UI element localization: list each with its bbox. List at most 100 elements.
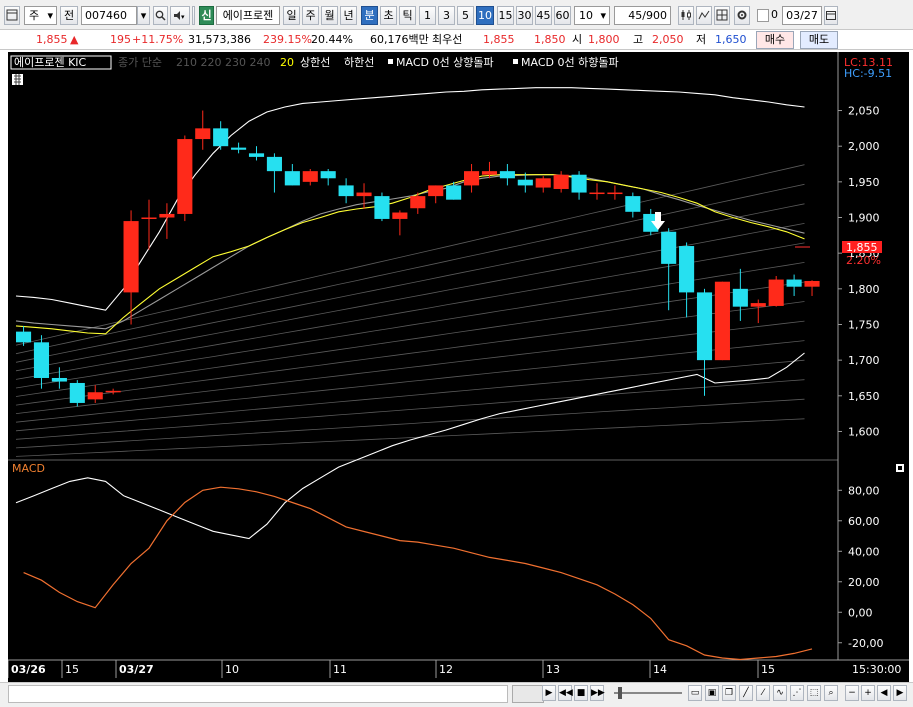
previous-icon[interactable]: ◀: [877, 685, 891, 701]
interval-button-60[interactable]: 60: [554, 6, 571, 25]
moving-average-line: [15, 359, 805, 432]
horizontal-scrollbar[interactable]: [8, 685, 508, 703]
count-value: 45: [628, 9, 643, 22]
interval-button-30[interactable]: 30: [516, 6, 533, 25]
grid-icon[interactable]: [714, 6, 730, 25]
zoom-in-icon[interactable]: ▣: [705, 685, 719, 701]
play-icon[interactable]: ▶: [542, 685, 556, 701]
zoom-slider[interactable]: [614, 692, 682, 694]
period-tick-button[interactable]: 틱: [399, 6, 416, 25]
candle: [428, 185, 444, 204]
y-tick-label: 1,650: [848, 390, 880, 403]
trade-amount: 60,176백만: [370, 33, 429, 46]
search-icon[interactable]: ⌕: [824, 685, 838, 701]
chart-svg: 에이프로젠 KIC 종가 단순 210 220 230 240 20 상한선 하…: [7, 52, 909, 678]
candle: [213, 121, 229, 150]
bollinger-lower-line: [15, 352, 805, 540]
x-tick-label: 14: [653, 663, 667, 676]
candle-body: [428, 185, 444, 197]
search-icon[interactable]: [153, 6, 168, 25]
open-label: 시: [572, 33, 583, 46]
candle-body: [804, 280, 820, 287]
buy-button[interactable]: 매수: [756, 31, 794, 49]
market-select[interactable]: 주 ▾: [24, 6, 57, 25]
legend-marker: [513, 59, 518, 64]
chart-area[interactable]: 에이프로젠 KIC 종가 단순 210 220 230 240 20 상한선 하…: [7, 52, 909, 682]
interval-button-15[interactable]: 15: [497, 6, 514, 25]
y-tick-label: 1,700: [848, 354, 880, 367]
candle: [804, 280, 820, 296]
rewind-icon[interactable]: ◀◀: [558, 685, 573, 701]
candle-body: [553, 174, 569, 189]
chevron-down-icon[interactable]: ▾: [137, 6, 150, 25]
checkbox[interactable]: [757, 9, 769, 22]
calendar-icon[interactable]: [824, 6, 838, 25]
period-minute-button[interactable]: 분: [361, 6, 378, 25]
current-price: 1,855: [36, 33, 68, 46]
line-chart-icon[interactable]: [696, 6, 712, 25]
legend-marker: [388, 59, 393, 64]
scroll-thumb[interactable]: [512, 685, 544, 703]
sell-button[interactable]: 매도: [800, 31, 838, 49]
checkbox-label: 0: [771, 8, 778, 21]
period-year-button[interactable]: 년: [340, 6, 357, 25]
period-day-button[interactable]: 일: [283, 6, 300, 25]
period-month-button[interactable]: 월: [321, 6, 338, 25]
interval-button-10[interactable]: 10: [476, 6, 494, 25]
minus-icon[interactable]: −: [845, 685, 859, 701]
fan-tool-icon[interactable]: ⋰: [790, 685, 804, 701]
forward-icon[interactable]: ▶▶: [590, 685, 605, 701]
y-tick-label: 1,900: [848, 212, 880, 225]
period-week-button[interactable]: 주: [302, 6, 319, 25]
next-icon[interactable]: ▶: [893, 685, 907, 701]
window-icon[interactable]: [4, 6, 20, 25]
candle-icon[interactable]: [678, 6, 694, 25]
interval-button-3[interactable]: 3: [438, 6, 455, 25]
interval-button-1[interactable]: 1: [419, 6, 436, 25]
price-change: 195: [110, 33, 131, 46]
candle-body: [213, 128, 229, 147]
zoom-slider-handle[interactable]: [618, 687, 622, 699]
maximize-icon[interactable]: [896, 464, 904, 472]
candle-body: [696, 292, 713, 361]
period-second-button[interactable]: 초: [380, 6, 397, 25]
speaker-icon[interactable]: ▾: [170, 6, 190, 25]
candle-body: [356, 192, 372, 197]
code-input[interactable]: 007460: [81, 6, 137, 25]
grid-icon[interactable]: [12, 74, 23, 85]
legend-upper: 상한선: [300, 56, 330, 69]
count-input[interactable]: 45/900: [614, 6, 671, 25]
candle-body: [105, 390, 121, 393]
select-tool-icon[interactable]: ⬚: [807, 685, 821, 701]
x-tick-label: 10: [225, 663, 239, 676]
candle-body: [141, 217, 157, 220]
date-input[interactable]: 03/27: [782, 6, 822, 25]
candle-body: [177, 139, 193, 214]
volume: 31,573,386: [188, 33, 251, 46]
candle-body: [661, 231, 677, 264]
moving-average-line: [15, 320, 805, 414]
macd-y-tick-label: -20,00: [848, 637, 883, 650]
stock-name: 에이프로젠: [216, 6, 280, 25]
line-tool-icon[interactable]: ╱: [739, 685, 753, 701]
stop-icon[interactable]: ■: [574, 685, 588, 701]
plus-icon[interactable]: +: [861, 685, 875, 701]
gear-icon[interactable]: [734, 6, 750, 25]
candle-body: [607, 192, 623, 195]
candle: [302, 169, 318, 186]
interval-select[interactable]: 10 ▾: [574, 6, 610, 25]
trend-tool-icon[interactable]: ⁄: [756, 685, 770, 701]
moving-average-line: [15, 340, 805, 423]
high-price: 2,050: [652, 33, 684, 46]
interval-button-5[interactable]: 5: [457, 6, 474, 25]
candle-body: [87, 392, 103, 400]
copy-icon[interactable]: ❐: [722, 685, 736, 701]
wave-tool-icon[interactable]: ∿: [773, 685, 787, 701]
macd-y-tick-label: 20,00: [848, 576, 880, 589]
candle: [499, 164, 515, 186]
interval-button-45[interactable]: 45: [535, 6, 552, 25]
zoom-out-icon[interactable]: ▭: [688, 685, 702, 701]
time-label: 15:30:00: [852, 663, 901, 676]
prev-button[interactable]: 전: [60, 6, 78, 25]
legend-ma-periods: 210 220 230 240: [176, 56, 270, 69]
